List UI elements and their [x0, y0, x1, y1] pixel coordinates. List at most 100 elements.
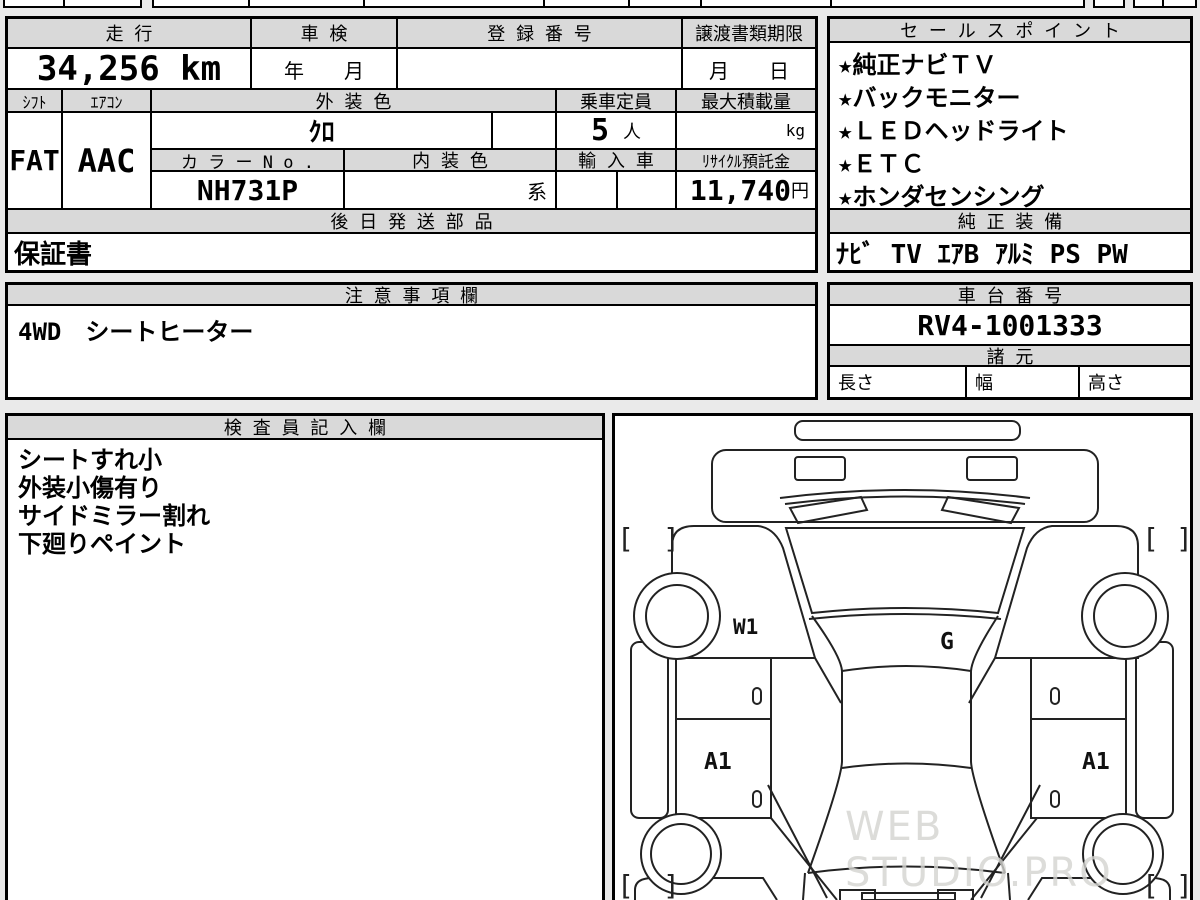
cabin-right-edge — [970, 615, 1006, 874]
top-cutoff-cell — [3, 0, 142, 8]
max-load-value: kg — [677, 113, 815, 150]
car-diagram-box: [ ] [ ] [ ] [ ] W1 G A1 A1 — [612, 413, 1193, 900]
bracket: [ — [1142, 869, 1159, 900]
quarter-line — [980, 784, 1041, 899]
inspector-line: サイドミラー割れ — [18, 502, 210, 530]
rear-edge — [1007, 872, 1011, 900]
fender-connector — [814, 657, 842, 704]
aircon-header: ｴｱｺﾝ — [63, 90, 152, 113]
bracket: [ — [617, 869, 634, 900]
quarter-line — [970, 817, 1038, 900]
import-value-left — [557, 172, 618, 210]
inspector-box: 検 査 員 記 入 欄 シートすれ小 外装小傷有り サイドミラー割れ 下廻りペイ… — [5, 413, 605, 900]
interior-color-header: 内 装 色 — [345, 150, 557, 172]
chassis-specs-box: 車 台 番 号 RV4-1001333 諸 元 長さ 幅 高さ — [827, 282, 1193, 400]
top-cutoff-cell — [152, 0, 1085, 8]
sales-point-item: ★ホンダセンシング — [838, 183, 1045, 211]
door-handle — [752, 790, 762, 808]
shift-value: FAT — [8, 113, 63, 210]
exterior-color-header: 外 装 色 — [152, 90, 557, 113]
rear-panel-piece — [839, 889, 876, 900]
bracket: [ — [617, 522, 634, 555]
car-outline — [630, 420, 1174, 900]
max-load-header: 最大積載量 — [677, 90, 815, 113]
factory-equipment-value: ﾅﾋﾞ TV ｴｱB ｱﾙﾐ PS PW — [830, 234, 1190, 270]
later-parts-value: 保証書 — [8, 234, 815, 270]
damage-label-g: G — [940, 629, 954, 655]
color-no-header: カ ラ ー N o . — [152, 150, 345, 172]
wheel-rear-left — [640, 813, 722, 895]
roof-rear-arc — [841, 762, 972, 769]
capacity-value: 5 人 — [557, 113, 677, 150]
registration-header: 登 録 番 号 — [398, 19, 683, 49]
mileage-value: 34,256 km — [8, 49, 252, 90]
bracket: ] — [1176, 522, 1190, 555]
chassis-header: 車 台 番 号 — [830, 285, 1190, 306]
headlight-left — [794, 456, 846, 481]
chassis-value: RV4-1001333 — [830, 306, 1190, 346]
inspector-lines: シートすれ小 外装小傷有り サイドミラー割れ 下廻りペイント — [18, 446, 210, 558]
recycle-number: 11,740 — [689, 173, 791, 207]
recycle-unit: 円 — [791, 181, 809, 202]
rocker-strip-right — [1135, 641, 1174, 819]
capacity-header: 乗車定員 — [557, 90, 677, 113]
interior-color-value: 系 — [345, 172, 557, 210]
front-panel — [711, 449, 1099, 523]
exterior-color-extra — [493, 113, 557, 150]
main-info-table: 走 行 車 検 登 録 番 号 譲渡書類期限 34,256 km 年 月 月 日… — [5, 16, 818, 273]
inspection-header: 車 検 — [252, 19, 398, 49]
inspection-value: 年 月 — [252, 49, 398, 90]
roof-arc — [841, 665, 972, 672]
headlight-right — [966, 456, 1018, 481]
rear-edge — [802, 872, 806, 900]
spec-height-label: 高さ — [1080, 367, 1190, 397]
inspector-line: 外装小傷有り — [18, 474, 162, 502]
import-value-right — [618, 172, 677, 210]
bracket: ] — [1176, 869, 1190, 900]
damage-labels: W1 G A1 A1 — [704, 615, 1110, 775]
transfer-docs-header: 譲渡書類期限 — [683, 19, 815, 49]
factory-equipment-header: 純 正 装 備 — [830, 210, 1190, 234]
sales-point-item: ★ＥＴＣ — [838, 150, 925, 178]
notes-header: 注 意 事 項 欄 — [8, 285, 815, 306]
doors-left — [675, 657, 772, 819]
notes-value: 4WD シートヒーター — [8, 306, 815, 397]
bracket: [ — [1142, 522, 1159, 555]
spec-length-label: 長さ — [830, 367, 967, 397]
auction-sheet: 走 行 車 検 登 録 番 号 譲渡書類期限 34,256 km 年 月 月 日… — [0, 0, 1200, 900]
inspector-line: 下廻りペイント — [18, 530, 186, 558]
inspector-header: 検 査 員 記 入 欄 — [8, 416, 602, 440]
top-cutoff-cell — [1093, 0, 1125, 8]
wiper-left — [788, 495, 869, 525]
sales-point-item: ★バックモニター — [838, 84, 1021, 112]
door-handle — [1050, 687, 1060, 705]
registration-value — [398, 49, 683, 90]
roof-front-arc — [808, 613, 1002, 620]
wiper-right — [940, 495, 1021, 525]
sales-points-list: ★純正ナビＴＶ ★バックモニター ★ＬＥＤヘッドライト ★ＥＴＣ ★ホンダセンシ… — [830, 43, 1190, 211]
recycle-value: 11,740 円 — [677, 172, 815, 210]
shift-header: ｼﾌﾄ — [8, 90, 63, 113]
mileage-header: 走 行 — [8, 19, 252, 49]
door-handle — [1050, 790, 1060, 808]
doors-right — [1030, 657, 1127, 819]
sales-point-item: ★ＬＥＤヘッドライト — [838, 117, 1069, 145]
notes-box: 注 意 事 項 欄 4WD シートヒーター — [5, 282, 818, 400]
sales-point-item: ★純正ナビＴＶ — [838, 51, 997, 79]
rocker-strip-left — [630, 641, 669, 819]
inspector-line: シートすれ小 — [18, 446, 162, 474]
front-bumper — [794, 420, 1021, 441]
color-no-value: NH731P — [152, 172, 345, 210]
sales-points-box: セ ー ル ス ポ イ ン ト ★純正ナビＴＶ ★バックモニター ★ＬＥＤヘッド… — [827, 16, 1193, 273]
rear-window-arc — [807, 865, 1006, 874]
sales-points-header: セ ー ル ス ポ イ ン ト — [830, 19, 1190, 43]
bracket: ] — [663, 869, 680, 900]
door-handle — [752, 687, 762, 705]
damage-label-a1-right: A1 — [1082, 749, 1110, 775]
car-top-view-diagram: [ ] [ ] [ ] [ ] W1 G A1 A1 — [617, 420, 1190, 900]
capacity-unit: 人 — [623, 121, 642, 143]
later-parts-header: 後 日 発 送 部 品 — [8, 210, 815, 234]
capacity-number: 5 — [590, 113, 610, 148]
top-cutoff-cell — [1133, 0, 1197, 8]
aircon-value: AAC — [63, 113, 152, 210]
